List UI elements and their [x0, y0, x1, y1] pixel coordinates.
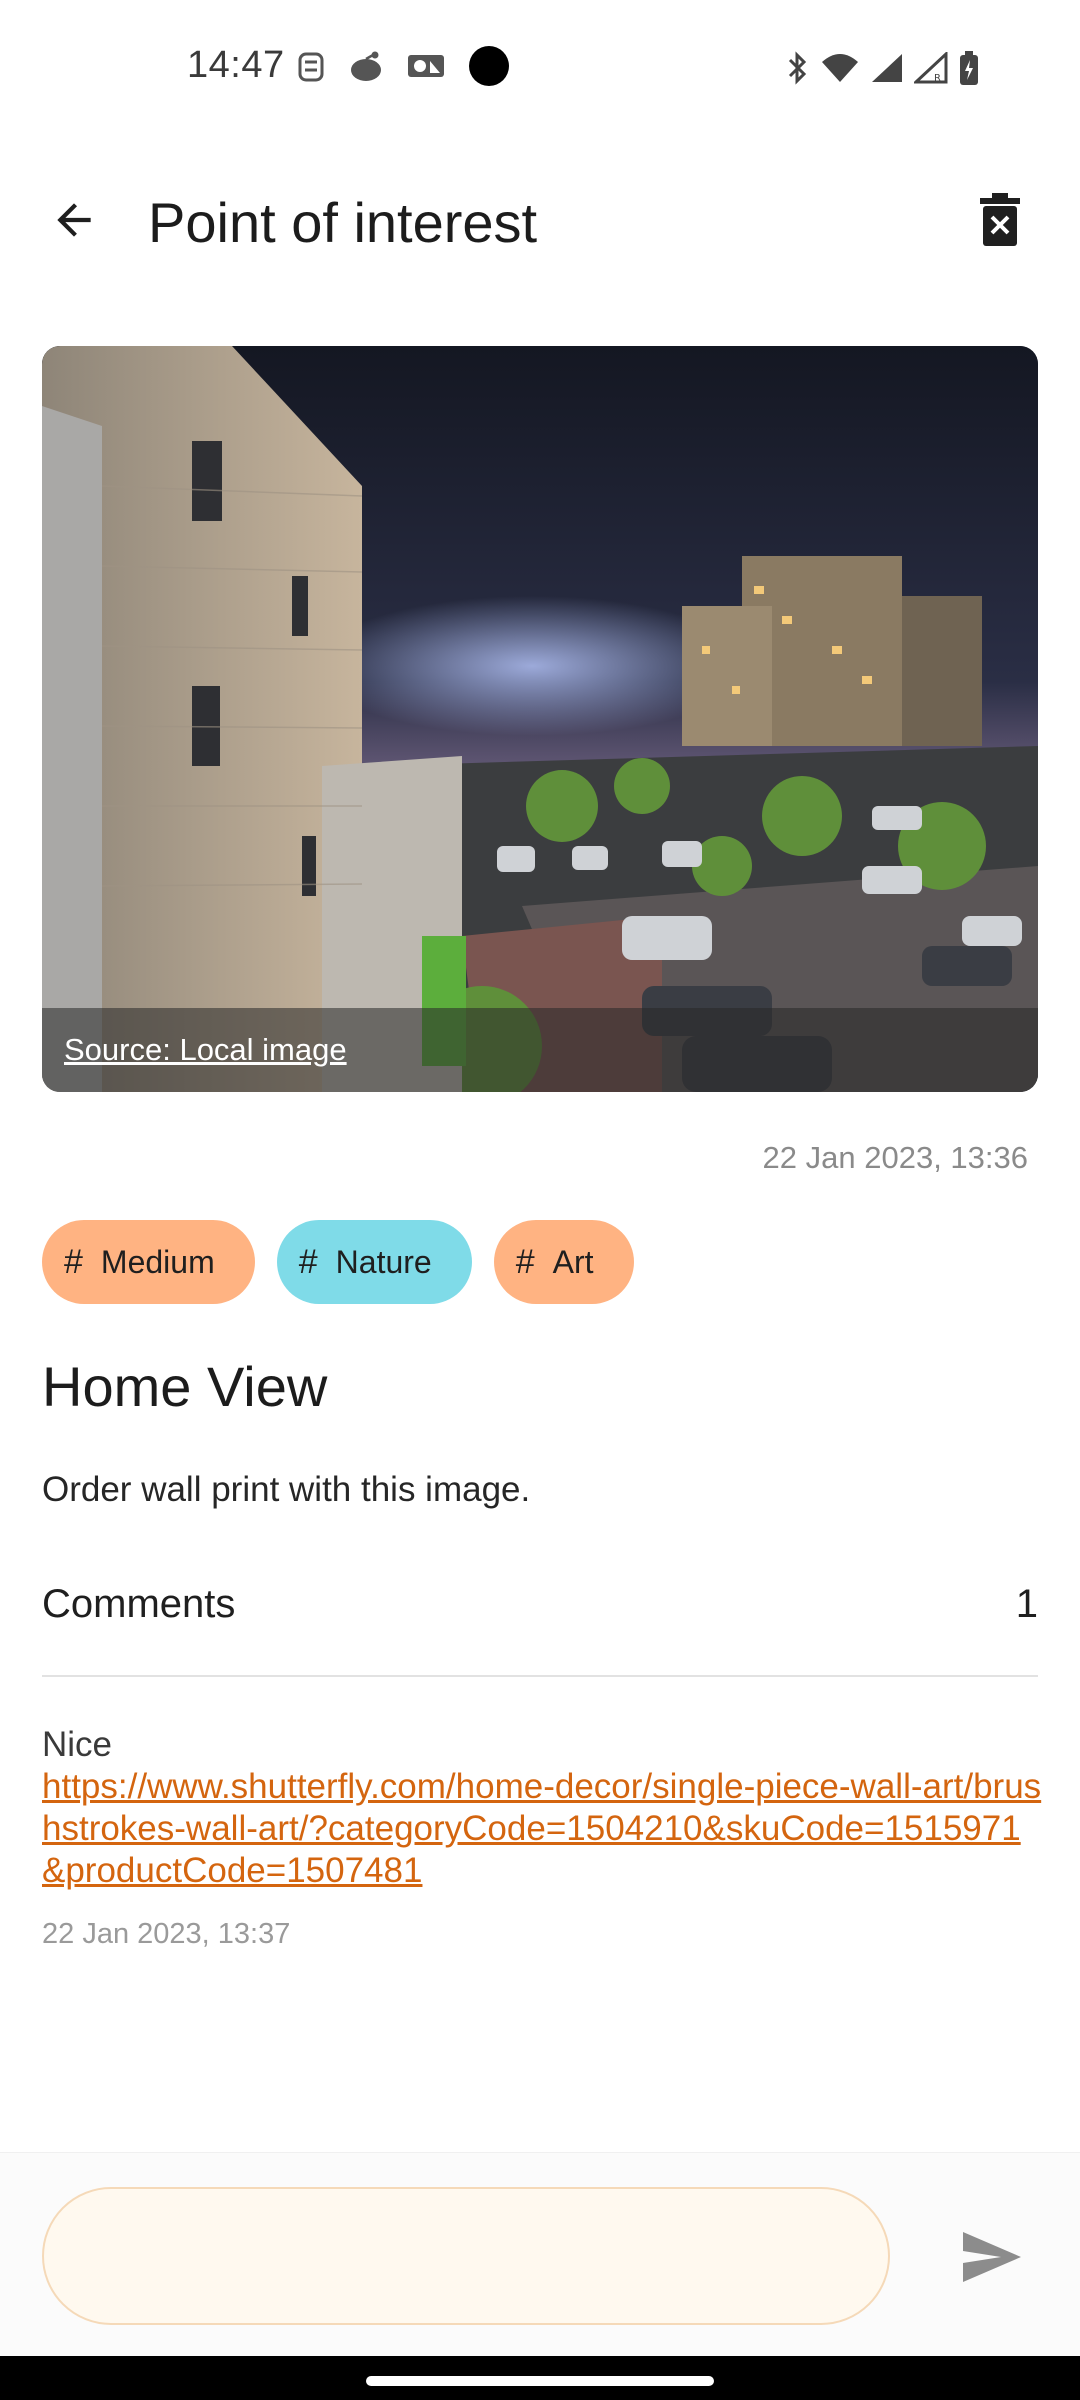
- delete-button[interactable]: [960, 180, 1040, 260]
- navigation-bar: [0, 2356, 1080, 2400]
- send-icon: [963, 2232, 1021, 2282]
- hashtag-icon: #: [64, 1242, 83, 1281]
- reddit-icon: [348, 49, 384, 83]
- poi-description: Order wall print with this image.: [42, 1470, 531, 1509]
- tag-label: Nature: [335, 1243, 432, 1280]
- comment-text: Nice: [42, 1725, 113, 1764]
- post-date: 22 Jan 2023, 13:36: [762, 1140, 1028, 1175]
- tag-chip[interactable]: # Medium: [42, 1220, 255, 1304]
- signal-icon: [870, 52, 904, 84]
- camera-dot-icon: [468, 45, 510, 87]
- tag-list: # Medium # Nature # Art: [42, 1220, 634, 1304]
- poi-photo[interactable]: Source: Local image: [42, 346, 1038, 1092]
- source-link[interactable]: Source: Local image: [64, 1032, 347, 1068]
- signal-roaming-icon: R: [914, 52, 948, 84]
- comments-header: Comments 1: [42, 1582, 1038, 1627]
- comment-date: 22 Jan 2023, 13:37: [42, 1918, 291, 1950]
- wifi-icon: [820, 52, 860, 84]
- status-time: 14:47: [187, 44, 285, 86]
- svg-text:R: R: [934, 73, 941, 84]
- app-bar: Point of interest: [0, 150, 1080, 290]
- photos-icon: [406, 51, 446, 81]
- divider: [42, 1675, 1038, 1677]
- hashtag-icon: #: [515, 1242, 535, 1281]
- comment-input[interactable]: [42, 2187, 890, 2325]
- status-bar: 14:47 R: [0, 0, 1080, 136]
- comment-link[interactable]: https://www.shutterfly.com/home-decor/si…: [42, 1766, 1042, 1892]
- home-indicator[interactable]: [366, 2376, 714, 2386]
- tag-chip[interactable]: # Art: [493, 1220, 634, 1304]
- comments-label: Comments: [42, 1582, 236, 1626]
- battery-charging-icon: [958, 50, 980, 86]
- comments-count: 1: [1015, 1582, 1038, 1626]
- tag-label: Medium: [100, 1243, 215, 1280]
- back-button[interactable]: [34, 180, 114, 260]
- alarm-icon: [296, 48, 326, 84]
- arrow-back-icon: [57, 203, 91, 237]
- tag-chip[interactable]: # Nature: [276, 1220, 472, 1304]
- notification-icons: [296, 44, 510, 88]
- send-button[interactable]: [944, 2209, 1040, 2305]
- system-icons: R: [784, 46, 980, 90]
- tag-label: Art: [552, 1243, 594, 1280]
- hashtag-icon: #: [298, 1242, 318, 1281]
- page-title: Point of interest: [148, 191, 538, 254]
- poi-title: Home View: [42, 1355, 328, 1418]
- delete-icon: [980, 193, 1020, 246]
- comment-item: Nice https://www.shutterfly.com/home-dec…: [42, 1724, 1042, 1951]
- photo-illustration: [42, 346, 1038, 1092]
- bluetooth-icon: [784, 51, 810, 85]
- comment-composer: [0, 2152, 1080, 2356]
